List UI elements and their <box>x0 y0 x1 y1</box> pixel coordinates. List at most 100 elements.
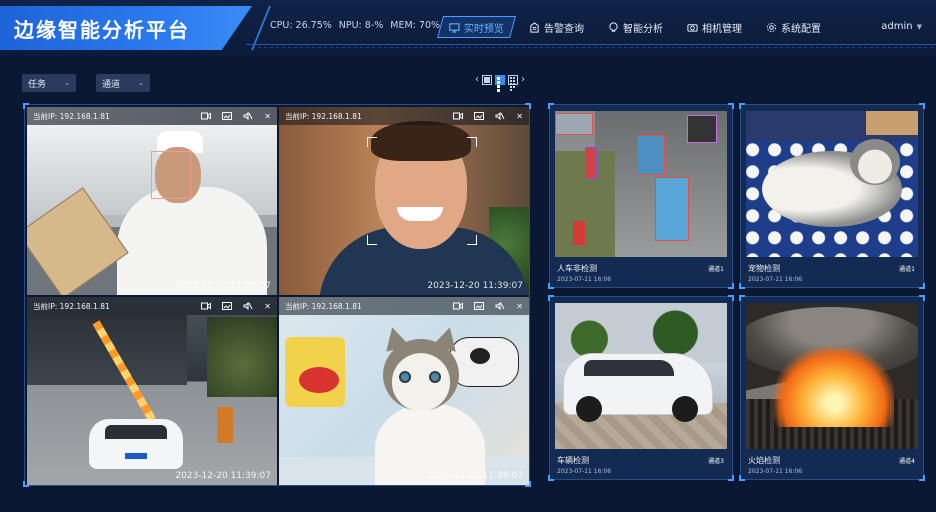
corner-mark <box>739 475 745 481</box>
chevron-right-icon[interactable]: › <box>521 75 525 85</box>
detection-title: 火焰检测 <box>748 456 780 465</box>
chevron-down-icon: ⌄ <box>64 79 70 87</box>
top-header: 边缘智能分析平台 CPU: 26.75% NPU: 8-% MEM: 70% 实… <box>0 0 936 56</box>
video-timestamp: 2023-12-20 11:39:07 <box>427 471 523 481</box>
camera-icon <box>687 23 698 32</box>
detection-snapshot <box>555 303 727 449</box>
detection-card-4[interactable]: 火焰检测 2023-07-11 16:06 通道4 <box>739 295 925 481</box>
detection-time: 2023-07-11 16:06 <box>557 276 612 283</box>
corner-mark <box>548 283 554 289</box>
layout-1x1-button[interactable] <box>482 75 492 85</box>
camera-ip-label: 当前IP: 192.168.1.81 <box>285 301 362 311</box>
system-stats: CPU: 26.75% NPU: 8-% MEM: 70% <box>270 20 440 31</box>
close-icon[interactable]: ✕ <box>264 302 271 311</box>
nav-label: 智能分析 <box>623 23 663 35</box>
npu-usage: NPU: 8-% <box>338 20 384 31</box>
header-dashed-divider <box>252 47 936 48</box>
snapshot-icon[interactable] <box>222 112 233 120</box>
nav-camera-management[interactable]: 相机管理 <box>679 16 750 38</box>
corner-mark <box>739 295 745 301</box>
cpu-usage: CPU: 26.75% <box>270 20 332 31</box>
nav-label: 告警查询 <box>544 23 584 35</box>
detection-channel: 通道1 <box>899 266 915 273</box>
nav-live-preview[interactable]: 实时预览 <box>437 16 516 38</box>
corner-mark <box>728 295 734 301</box>
corner-mark <box>728 283 734 289</box>
detection-channel: 通道3 <box>708 458 724 465</box>
corner-mark <box>728 475 734 481</box>
filter-toolbar: 任务 ⌄ 通道 ⌄ <box>22 74 150 92</box>
video-timestamp: 2023-12-20 11:39:07 <box>175 281 271 291</box>
camera-ip-label: 当前IP: 192.168.1.81 <box>33 301 110 311</box>
corner-mark <box>739 283 745 289</box>
record-icon[interactable] <box>201 112 212 120</box>
snapshot-icon[interactable] <box>222 302 233 310</box>
close-icon[interactable]: ✕ <box>516 302 523 311</box>
corner-mark <box>919 103 925 109</box>
nav-label: 实时预览 <box>464 23 504 35</box>
video-frame <box>279 297 529 485</box>
chevron-left-icon[interactable]: ‹ <box>475 75 479 85</box>
corner-mark <box>919 475 925 481</box>
snapshot-icon[interactable] <box>474 302 485 310</box>
detection-title: 人车非检测 <box>557 264 597 273</box>
footer-strip <box>0 498 936 512</box>
username: admin <box>881 21 913 32</box>
mute-icon[interactable] <box>495 302 505 310</box>
detection-snapshot <box>746 303 918 449</box>
video-cell-toolbar: 当前IP: 192.168.1.81 ✕ <box>27 297 277 315</box>
alert-list-icon <box>530 21 539 33</box>
mem-usage: MEM: 70% <box>390 20 441 31</box>
snapshot-icon[interactable] <box>474 112 485 120</box>
layout-2x2-button[interactable] <box>495 75 505 92</box>
video-timestamp: 2023-12-20 11:39:07 <box>175 471 271 481</box>
video-cell-toolbar: 当前IP: 192.168.1.81 ✕ <box>279 107 529 125</box>
nav-system-config[interactable]: 系统配置 <box>758 16 829 38</box>
mute-icon[interactable] <box>495 112 505 120</box>
record-icon[interactable] <box>453 112 464 120</box>
video-cell-3[interactable]: 当前IP: 192.168.1.81 ✕ 2023-12-20 11:39:07 <box>27 297 277 485</box>
detection-title: 车辆检测 <box>557 456 589 465</box>
video-cell-4[interactable]: 当前IP: 192.168.1.81 ✕ 2023-12-20 11:39:07 <box>279 297 529 485</box>
chevron-down-icon: ⌄ <box>138 79 144 87</box>
video-frame <box>279 107 529 295</box>
video-frame <box>27 107 277 295</box>
record-icon[interactable] <box>201 302 212 310</box>
detection-time: 2023-07-11 16:06 <box>557 468 612 475</box>
video-timestamp: 2023-12-20 11:39:07 <box>427 281 523 291</box>
video-cell-toolbar: 当前IP: 192.168.1.81 ✕ <box>279 297 529 315</box>
camera-ip-label: 当前IP: 192.168.1.81 <box>285 111 362 121</box>
nav-label: 系统配置 <box>781 23 821 35</box>
corner-mark <box>548 103 554 109</box>
user-menu[interactable]: admin ▼ <box>881 21 922 32</box>
layout-3x3-button[interactable] <box>508 75 518 91</box>
detection-channel: 通道1 <box>708 266 724 273</box>
detection-card-2[interactable]: 宠物检测 2023-07-11 16:06 通道1 <box>739 103 925 289</box>
camera-ip-label: 当前IP: 192.168.1.81 <box>33 111 110 121</box>
corner-mark <box>919 283 925 289</box>
monitor-icon <box>449 22 460 33</box>
close-icon[interactable]: ✕ <box>264 112 271 121</box>
detection-title: 宠物检测 <box>748 264 780 273</box>
record-icon[interactable] <box>453 302 464 310</box>
close-icon[interactable]: ✕ <box>516 112 523 121</box>
corner-mark <box>728 103 734 109</box>
detection-card-3[interactable]: 车辆检测 2023-07-11 16:06 通道3 <box>548 295 734 481</box>
channel-select[interactable]: 通道 ⌄ <box>96 74 150 92</box>
app-title: 边缘智能分析平台 <box>0 6 252 50</box>
mute-icon[interactable] <box>243 112 253 120</box>
layout-switcher: ‹ › <box>475 75 525 92</box>
task-select[interactable]: 任务 ⌄ <box>22 74 76 92</box>
channel-select-value: 通道 <box>102 79 121 90</box>
nav-smart-analysis[interactable]: 智能分析 <box>600 16 671 38</box>
video-frame <box>27 297 277 485</box>
task-select-value: 任务 <box>28 79 47 90</box>
video-cell-1[interactable]: 当前IP: 192.168.1.81 ✕ 2023-12-20 11:39:07 <box>27 107 277 295</box>
nav-label: 相机管理 <box>702 23 742 35</box>
gear-icon <box>766 22 777 32</box>
mute-icon[interactable] <box>243 302 253 310</box>
detection-card-1[interactable]: 人车非检测 2023-07-11 16:06 通道1 <box>548 103 734 289</box>
detection-snapshot <box>746 111 918 257</box>
nav-alert-query[interactable]: 告警查询 <box>521 16 592 38</box>
video-cell-2[interactable]: 当前IP: 192.168.1.81 ✕ 2023-12-20 11:39:07 <box>279 107 529 295</box>
